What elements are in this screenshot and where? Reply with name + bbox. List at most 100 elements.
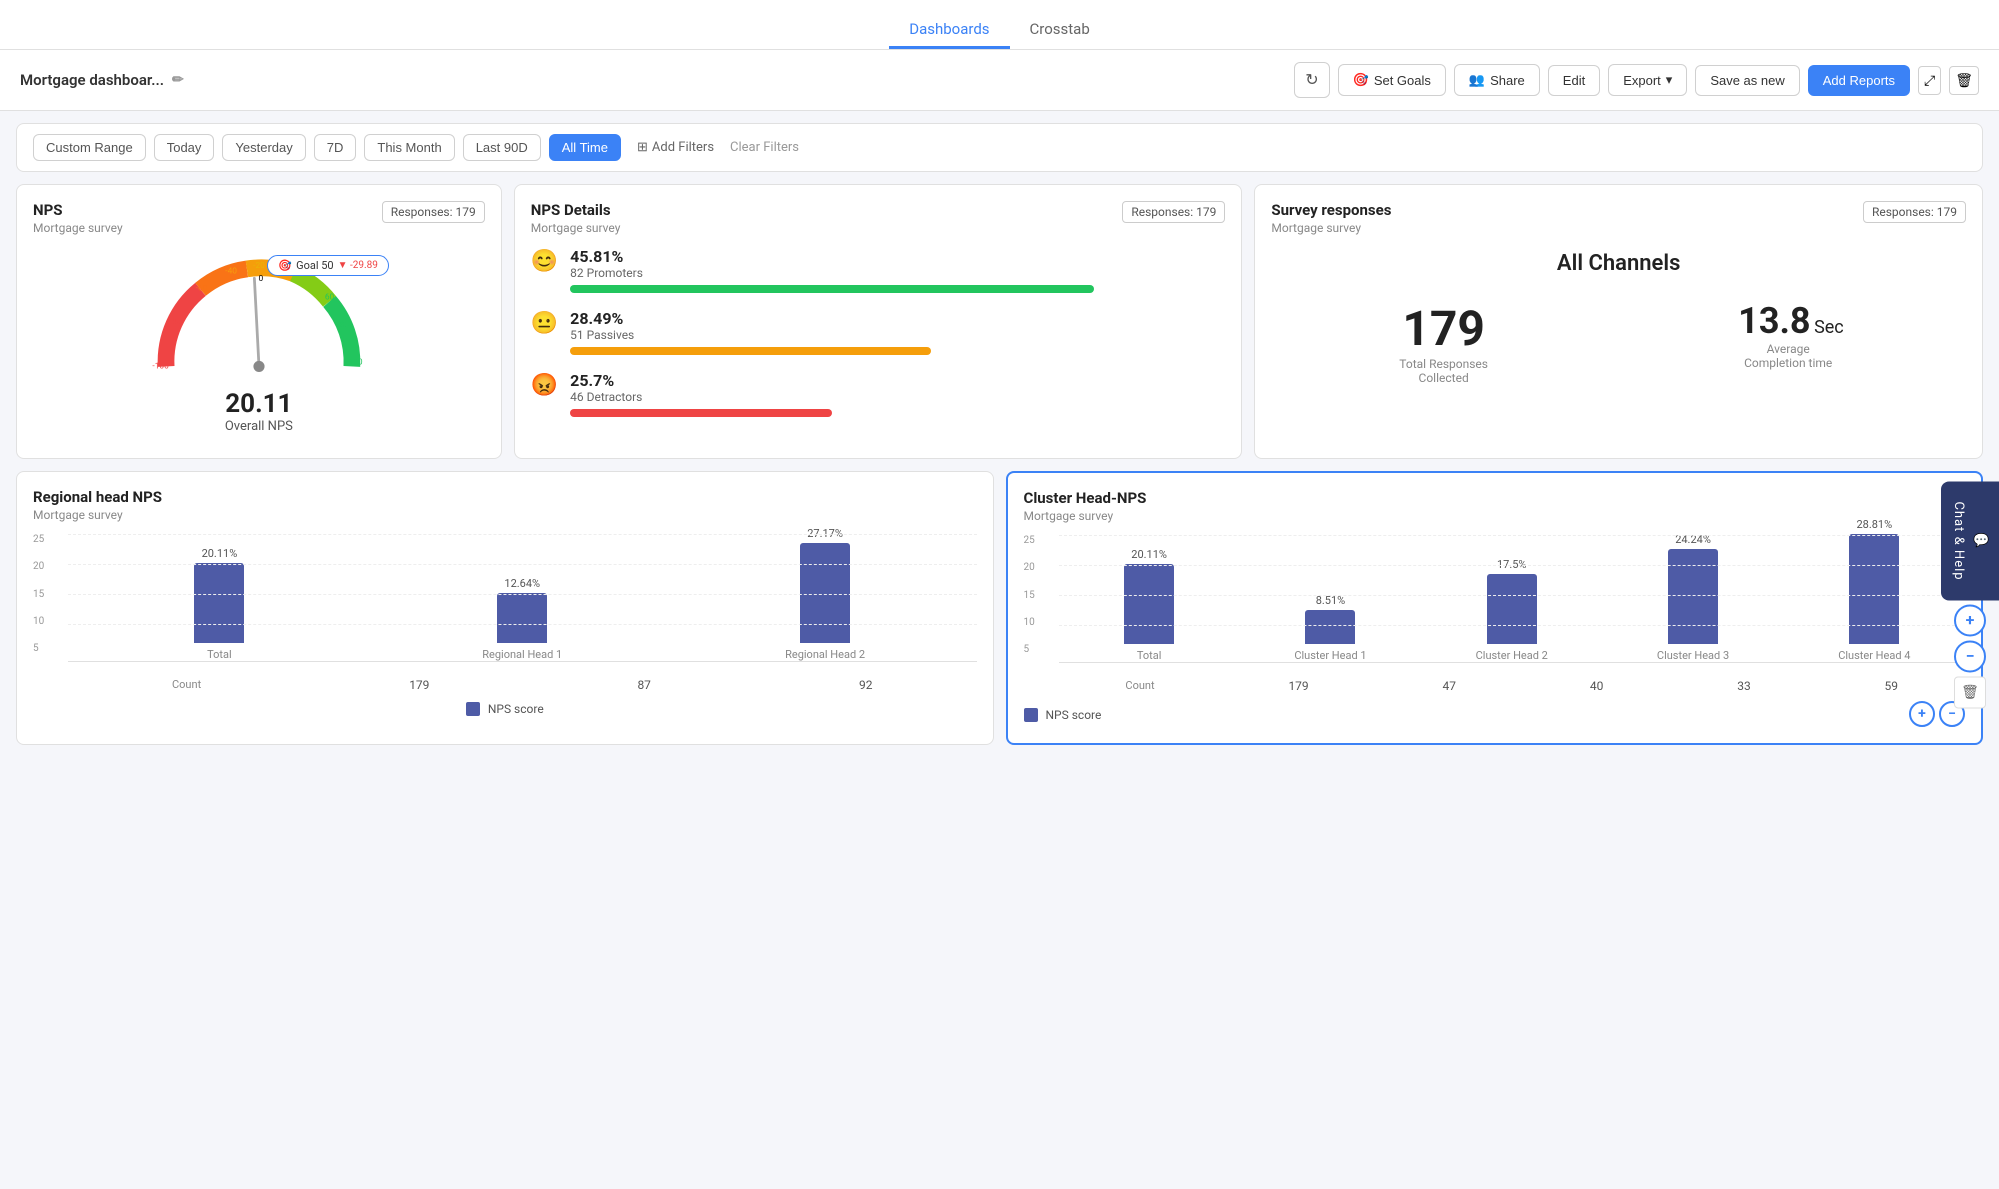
cluster-chart-footer: Count 179 47 40 33 59 [1024, 679, 1966, 693]
promoters-percent: 45.81% [570, 247, 1225, 266]
nps-value: 20.11 [225, 389, 292, 419]
cluster-bar-ch2: 17.5% Cluster Head 2 [1421, 558, 1602, 662]
nps-detractors-item: 😡 25.7% 46 Detractors [531, 371, 1226, 417]
top-cards-row: NPS Mortgage survey Responses: 179 🎯 Goa… [16, 184, 1983, 459]
nps-details-subtitle: Mortgage survey [531, 221, 621, 235]
avg-time-label: Average Completion time [1738, 342, 1838, 370]
cluster-chart-area: 25 20 15 10 5 20.11% [1024, 535, 1966, 671]
sidebar-minus-button[interactable]: − [1954, 640, 1986, 672]
refresh-button[interactable]: ↻ [1294, 62, 1329, 98]
cluster-legend-dot-icon [1024, 708, 1038, 722]
chat-help-sidebar[interactable]: 💬 Chat & Help + − 🗑 [1941, 481, 1999, 708]
svg-text:-40: -40 [225, 267, 237, 277]
avg-time-stat: 13.8 Sec Average Completion time [1738, 300, 1844, 385]
svg-text:-20: -20 [253, 261, 265, 271]
promoters-bar [570, 285, 1094, 293]
export-chevron-icon: ▾ [1666, 72, 1673, 88]
cluster-legend-label: NPS score [1046, 708, 1102, 722]
tab-crosstab[interactable]: Crosstab [1010, 12, 1110, 49]
dashboard-title: Mortgage dashboar... [20, 71, 164, 89]
tab-dashboards[interactable]: Dashboards [889, 12, 1009, 49]
svg-text:0: 0 [258, 274, 263, 284]
goals-icon: 🎯 [1353, 72, 1369, 88]
clear-filters-button[interactable]: Clear Filters [730, 140, 799, 155]
goal-diff: ▼ -29.89 [338, 260, 378, 271]
regional-chart-area: 25 20 15 10 5 20.11% [33, 534, 977, 670]
cluster-bar-ch4-rect [1849, 534, 1899, 644]
goal-icon: 🎯 [278, 259, 292, 272]
regional-bar-rh1: 12.64% Regional Head 1 [371, 577, 674, 661]
zoom-in-button[interactable]: + [1909, 701, 1935, 727]
regional-head-nps-card: Regional head NPS Mortgage survey 25 20 … [16, 471, 994, 745]
cluster-legend: NPS score [1024, 708, 1102, 722]
nps-label: Overall NPS [225, 419, 293, 434]
channels-label: All Channels [1271, 251, 1966, 276]
regional-nps-title: Regional head NPS [33, 488, 162, 506]
sidebar-actions: + − 🗑 [1954, 604, 1986, 708]
filter-custom-range[interactable]: Custom Range [33, 134, 146, 161]
svg-text:80: 80 [340, 320, 350, 330]
delete-button[interactable]: 🗑 [1949, 66, 1979, 95]
nps-title: NPS [33, 201, 123, 219]
survey-responses-subtitle: Mortgage survey [1271, 221, 1391, 235]
save-as-new-button[interactable]: Save as new [1695, 65, 1799, 96]
total-responses-label: Total Responses Collected [1394, 357, 1494, 385]
cluster-bar-ch1-rect [1305, 610, 1355, 644]
bottom-cards-row: Regional head NPS Mortgage survey 25 20 … [16, 471, 1983, 745]
survey-responses-card: Survey responses Mortgage survey Respons… [1254, 184, 1983, 459]
filter-today[interactable]: Today [154, 134, 215, 161]
header-bar: Mortgage dashboar... ✏ ↻ 🎯 Set Goals 👥 S… [0, 50, 1999, 111]
edit-title-icon[interactable]: ✏ [172, 72, 184, 88]
promoters-icon: 😊 [531, 249, 558, 274]
cluster-bars: 20.11% Total 8.51% Cluster Head 1 17.5% … [1059, 543, 1966, 663]
filter-last-90d[interactable]: Last 90D [463, 134, 541, 161]
legend-dot-icon [466, 702, 480, 716]
expand-button[interactable]: ⤢ [1918, 66, 1941, 95]
passives-percent: 28.49% [570, 309, 1225, 328]
add-filters-button[interactable]: ⊞ Add Filters [637, 140, 714, 155]
svg-text:-100: -100 [152, 361, 169, 371]
sidebar-plus-button[interactable]: + [1954, 604, 1986, 636]
sidebar-trash-button[interactable]: 🗑 [1954, 676, 1986, 708]
chat-help-button[interactable]: 💬 Chat & Help [1941, 481, 1999, 600]
svg-text:-60: -60 [195, 283, 207, 293]
regional-bar-total-rect [194, 563, 244, 643]
nps-responses-badge: Responses: 179 [382, 201, 485, 223]
nps-subtitle: Mortgage survey [33, 221, 123, 235]
add-reports-button[interactable]: Add Reports [1808, 65, 1910, 96]
regional-legend-label: NPS score [488, 702, 544, 716]
cluster-bar-ch1: 8.51% Cluster Head 1 [1240, 594, 1421, 662]
cluster-bar-ch3: 24.24% Cluster Head 3 [1602, 533, 1783, 662]
main-content: NPS Mortgage survey Responses: 179 🎯 Goa… [0, 184, 1999, 761]
regional-y-labels: 25 20 15 10 5 [33, 534, 44, 654]
regional-bar-rh2: 27.17% Regional Head 2 [674, 527, 977, 661]
avg-time-unit: Sec [1814, 317, 1844, 338]
filter-this-month[interactable]: This Month [364, 134, 454, 161]
chat-help-label: Chat & Help [1951, 501, 1966, 580]
share-button[interactable]: 👥 Share [1454, 64, 1540, 96]
cluster-bar-total: 20.11% Total [1059, 548, 1240, 662]
cluster-bar-ch4: 28.81% Cluster Head 4 [1784, 518, 1965, 662]
chat-icon: 💬 [1974, 532, 1989, 549]
nps-card: NPS Mortgage survey Responses: 179 🎯 Goa… [16, 184, 502, 459]
gauge-wrapper: 🎯 Goal 50 ▼ -29.89 [139, 255, 379, 385]
regional-bar-total: 20.11% Total [68, 547, 371, 661]
filter-all-time[interactable]: All Time [549, 134, 621, 161]
regional-chart-footer: Count 179 87 92 [33, 678, 977, 692]
regional-bar-rh2-rect [800, 543, 850, 643]
cluster-bar-ch2-rect [1487, 574, 1537, 644]
survey-responses-header: Survey responses Mortgage survey Respons… [1271, 201, 1966, 235]
edit-button[interactable]: Edit [1548, 65, 1600, 96]
svg-text:60: 60 [325, 293, 335, 303]
promoters-desc: 82 Promoters [570, 266, 1225, 280]
filter-7d[interactable]: 7D [314, 134, 357, 161]
avg-time-value: 13.8 [1738, 300, 1810, 342]
export-button[interactable]: Export ▾ [1608, 64, 1687, 96]
filter-yesterday[interactable]: Yesterday [222, 134, 305, 161]
passives-bar [570, 347, 930, 355]
set-goals-button[interactable]: 🎯 Set Goals [1338, 64, 1446, 96]
nps-promoters-item: 😊 45.81% 82 Promoters [531, 247, 1226, 293]
share-icon: 👥 [1469, 72, 1485, 88]
detractors-percent: 25.7% [570, 371, 1225, 390]
passives-desc: 51 Passives [570, 328, 1225, 342]
